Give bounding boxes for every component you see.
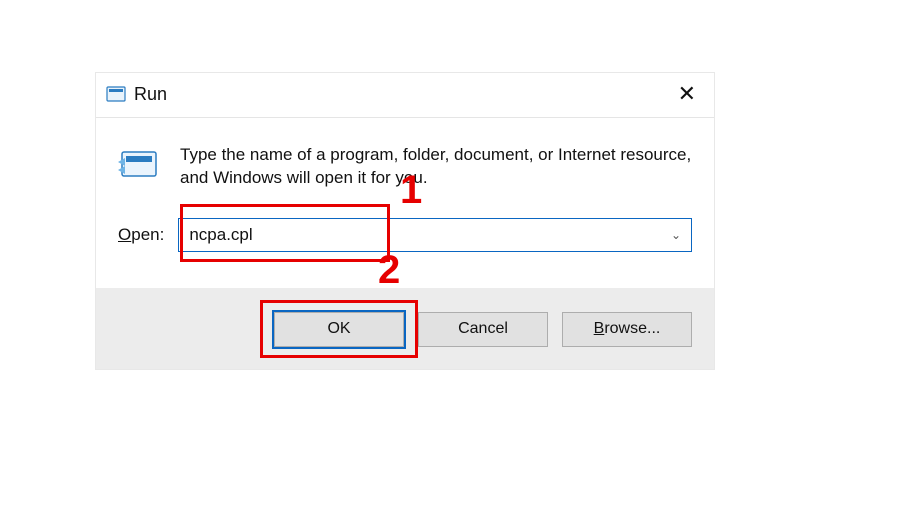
run-dialog: Run ✕ Type the name of a program, folder… <box>95 72 715 370</box>
instruction-text: Type the name of a program, folder, docu… <box>180 144 692 190</box>
message-row: Type the name of a program, folder, docu… <box>118 144 692 190</box>
open-label: Open: <box>118 225 164 245</box>
cancel-button[interactable]: Cancel <box>418 312 548 347</box>
open-combobox[interactable]: ⌄ <box>178 218 692 252</box>
close-button[interactable]: ✕ <box>670 81 704 107</box>
open-input[interactable] <box>179 221 691 249</box>
dialog-footer: OK Cancel Browse... 2 <box>96 288 714 369</box>
run-title-icon <box>106 85 126 103</box>
browse-button[interactable]: Browse... <box>562 312 692 347</box>
dialog-body: Type the name of a program, folder, docu… <box>96 118 714 288</box>
run-icon <box>118 146 162 182</box>
ok-button[interactable]: OK <box>274 312 404 347</box>
open-row: Open: ⌄ 1 <box>118 218 692 252</box>
titlebar: Run ✕ <box>96 73 714 117</box>
dialog-title: Run <box>134 84 670 105</box>
